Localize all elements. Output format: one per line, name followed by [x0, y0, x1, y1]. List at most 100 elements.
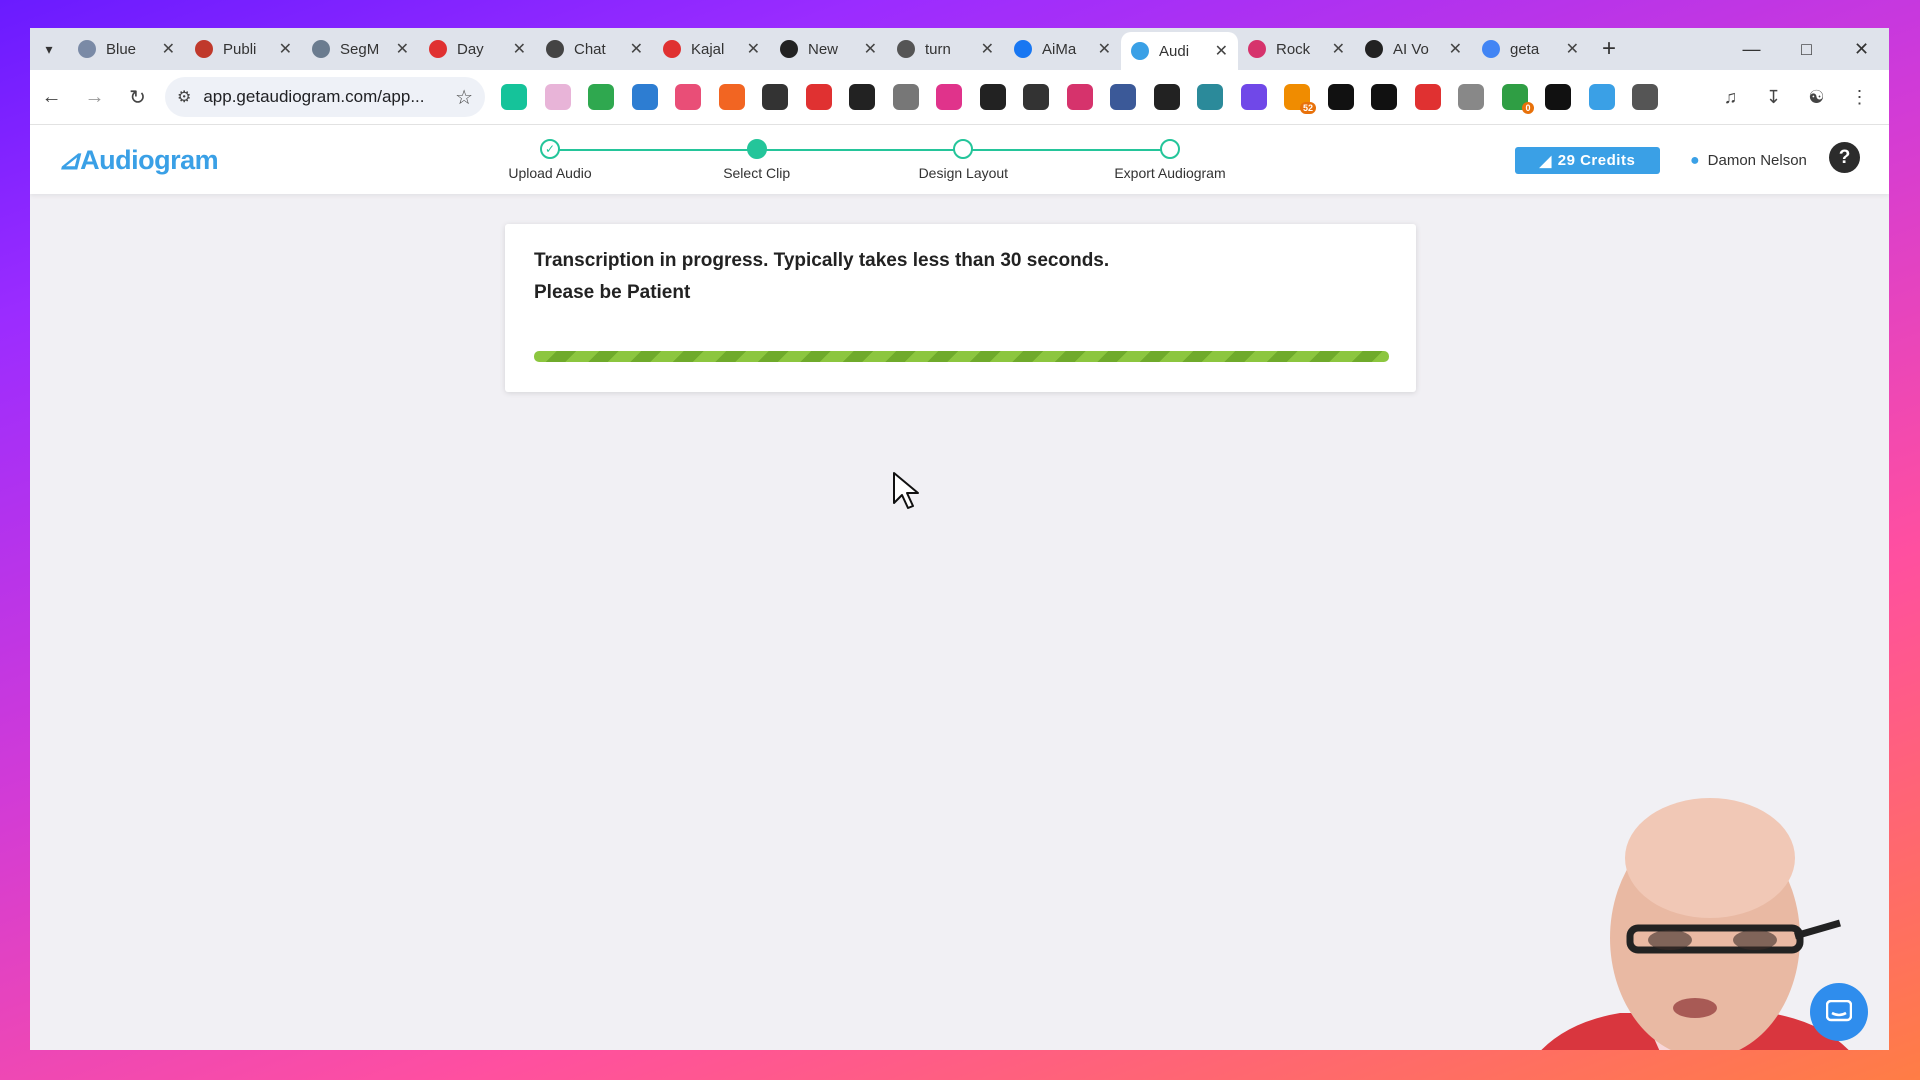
check-icon: ✓: [540, 139, 560, 159]
tab-close-icon[interactable]: ✕: [1449, 39, 1462, 59]
sk-icon: [429, 40, 447, 58]
notion-icon[interactable]: [979, 84, 1006, 110]
rocket-icon[interactable]: [1066, 84, 1093, 110]
record-icon[interactable]: [805, 84, 832, 110]
browser-tab[interactable]: New ✕: [770, 32, 887, 66]
tab-close-icon[interactable]: ✕: [1098, 39, 1111, 59]
forward-icon[interactable]: →: [73, 86, 116, 109]
l-icon[interactable]: [1371, 84, 1397, 110]
w-icon[interactable]: [936, 84, 962, 110]
bookmark-star-icon[interactable]: ☆: [455, 85, 473, 110]
credits-button[interactable]: ◢ 29 Credits: [1515, 147, 1660, 174]
step-design-layout[interactable]: Design Layout: [863, 139, 1063, 181]
tab-strip: ▾ Blue ✕ Publi ✕ SegM ✕ Day ✕ Chat ✕ Kajal ✕ New ✕ tur…: [30, 28, 1889, 70]
edge-icon[interactable]: [631, 84, 658, 110]
back-icon[interactable]: ←: [30, 86, 73, 109]
tab-close-icon[interactable]: ✕: [396, 39, 409, 59]
site-settings-icon[interactable]: ⚙: [177, 87, 191, 107]
tab-title: geta: [1510, 40, 1540, 58]
help-button[interactable]: ?: [1829, 142, 1860, 173]
code-icon[interactable]: [1458, 84, 1484, 110]
browser-tab[interactable]: Audi ✕: [1121, 32, 1238, 70]
tab-close-icon[interactable]: ✕: [513, 39, 526, 59]
color-wheel-icon[interactable]: [675, 84, 701, 110]
grid-icon[interactable]: [1197, 84, 1223, 110]
browser-tab[interactable]: Publi ✕: [185, 32, 302, 66]
transcription-progress-bar: [534, 351, 1389, 362]
minimize-icon[interactable]: —: [1724, 28, 1779, 70]
menu-icon[interactable]: ⋮: [1838, 87, 1881, 108]
step-dot: [953, 139, 974, 159]
search-ext-icon[interactable]: [1588, 84, 1615, 110]
face-icon[interactable]: [762, 84, 788, 110]
heart-icon: [195, 40, 213, 58]
tab-close-icon[interactable]: ✕: [864, 39, 877, 59]
grammarly-icon[interactable]: [501, 84, 527, 110]
tab-close-icon[interactable]: ✕: [1215, 41, 1228, 61]
camera-icon[interactable]: [1240, 84, 1267, 110]
tab-close-icon[interactable]: ✕: [279, 39, 292, 59]
patience-text: Please be Patient: [534, 282, 691, 303]
pinwheel-icon[interactable]: [544, 84, 571, 110]
tab-close-icon[interactable]: ✕: [1566, 39, 1579, 59]
puzzle-icon[interactable]: [1632, 84, 1658, 110]
openai-icon: [546, 40, 564, 58]
browser-tab[interactable]: Rock ✕: [1238, 32, 1355, 66]
chat-widget-button[interactable]: [1810, 983, 1868, 1041]
tab-close-icon[interactable]: ✕: [630, 39, 643, 59]
tab-title: Rock: [1276, 40, 1311, 58]
pdf-icon[interactable]: [1414, 84, 1441, 110]
shield-icon[interactable]: [1110, 84, 1136, 110]
sparkle-icon[interactable]: [1023, 84, 1049, 110]
badge-icon[interactable]: 52: [1284, 84, 1316, 114]
step-label: Select Clip: [723, 165, 791, 181]
browser-tab[interactable]: Day ✕: [419, 32, 536, 66]
browser-tab[interactable]: Chat ✕: [536, 32, 653, 66]
tab-title: New: [808, 40, 839, 58]
audiogram-logo[interactable]: ⊿Audiogram: [58, 145, 219, 176]
tab-close-icon[interactable]: ✕: [1332, 39, 1345, 59]
tab-close-icon[interactable]: ✕: [747, 39, 760, 59]
square-icon[interactable]: [1327, 84, 1354, 110]
reload-icon[interactable]: ↻: [116, 85, 159, 110]
browser-toolbar: ← → ↻ ⚙ app.getaudiogram.com/app... ☆ 52…: [30, 70, 1889, 125]
mouse-cursor-icon: [893, 472, 919, 509]
step-dot: [1160, 139, 1180, 159]
toolbar-right: ♫ ↧ ☯ ⋮: [1709, 70, 1881, 124]
close-window-icon[interactable]: ✕: [1834, 28, 1889, 70]
tab-search-button[interactable]: ▾: [30, 33, 68, 65]
browser-tab[interactable]: AI Vo ✕: [1355, 32, 1472, 66]
tab-close-icon[interactable]: ✕: [981, 39, 994, 59]
r-icon[interactable]: [849, 84, 875, 110]
profile-icon[interactable]: ☯: [1795, 87, 1838, 108]
step-upload-audio[interactable]: ✓ Upload Audio: [450, 139, 650, 181]
step-select-clip[interactable]: Select Clip: [657, 139, 857, 181]
chrome-badge-icon[interactable]: 0: [1501, 84, 1534, 114]
mic-icon[interactable]: [892, 84, 919, 110]
maximize-icon[interactable]: □: [1779, 28, 1834, 70]
step-dot: [746, 139, 767, 159]
browser-tab[interactable]: Blue ✕: [68, 32, 185, 66]
tab-close-icon[interactable]: ✕: [162, 39, 175, 59]
x-icon[interactable]: [1545, 84, 1571, 110]
rss-icon[interactable]: [718, 84, 745, 110]
k-icon: [663, 40, 681, 58]
new-tab-button[interactable]: +: [1589, 35, 1629, 63]
extensions-bar: 52 0: [501, 84, 1676, 114]
url-text[interactable]: app.getaudiogram.com/app...: [203, 87, 455, 107]
browser-tab[interactable]: SegM ✕: [302, 32, 419, 66]
browser-tab[interactable]: geta ✕: [1472, 32, 1589, 66]
browser-tab[interactable]: AiMa ✕: [1004, 32, 1121, 66]
chat-icon: [1826, 1000, 1852, 1022]
screen-icon[interactable]: [588, 84, 614, 110]
media-icon[interactable]: ♫: [1709, 87, 1752, 108]
window-controls: — □ ✕: [1724, 28, 1889, 70]
browser-tab[interactable]: Kajal ✕: [653, 32, 770, 66]
user-menu[interactable]: ● Damon Nelson: [1690, 147, 1807, 174]
tab-title: Chat: [574, 40, 606, 58]
bolt-icon[interactable]: [1153, 84, 1180, 110]
browser-tab[interactable]: turn ✕: [887, 32, 1004, 66]
step-export-audiogram[interactable]: Export Audiogram: [1070, 139, 1270, 181]
download-icon[interactable]: ↧: [1752, 87, 1795, 108]
address-bar[interactable]: ⚙ app.getaudiogram.com/app... ☆: [165, 77, 485, 117]
